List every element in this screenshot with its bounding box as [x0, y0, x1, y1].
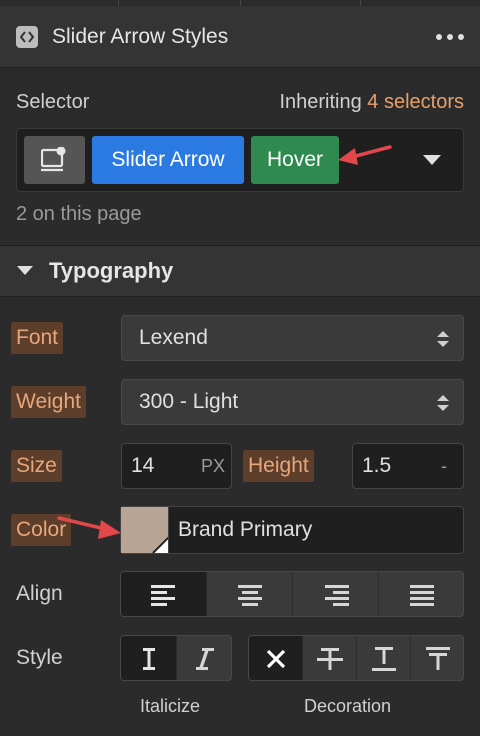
italic-icon — [196, 648, 214, 670]
selector-label: Selector — [16, 91, 90, 113]
regular-text-icon — [143, 648, 155, 670]
collapse-caret-icon — [17, 266, 33, 275]
italic-on-button[interactable] — [177, 636, 231, 680]
weight-value: 300 - Light — [139, 390, 239, 413]
align-justify-button[interactable] — [379, 572, 463, 616]
code-embed-icon — [16, 26, 38, 48]
align-center-button[interactable] — [207, 572, 293, 616]
color-swatch[interactable] — [121, 507, 169, 553]
align-center-icon — [238, 585, 262, 606]
font-value: Lexend — [139, 326, 208, 349]
height-label[interactable]: Height — [243, 450, 314, 482]
height-unit[interactable]: - — [441, 456, 447, 477]
inheriting-info: Inheriting 4 selectors — [279, 91, 464, 114]
italic-off-button[interactable] — [121, 636, 177, 680]
size-value: 14 — [131, 454, 155, 477]
inheriting-prefix: Inheriting — [279, 91, 368, 113]
weight-select[interactable]: 300 - Light — [121, 379, 464, 425]
size-label[interactable]: Size — [11, 450, 62, 482]
underline-icon — [372, 647, 396, 671]
color-value: Brand Primary — [178, 518, 313, 541]
decoration-underline-button[interactable] — [357, 636, 411, 680]
font-select[interactable]: Lexend — [121, 315, 464, 361]
align-left-button[interactable] — [121, 572, 207, 616]
line-height-input[interactable]: 1.5 - — [352, 443, 464, 489]
align-justify-icon — [410, 585, 434, 606]
selector-chip-class[interactable]: Slider Arrow — [92, 136, 244, 184]
typography-section-header[interactable]: Typography — [0, 245, 480, 297]
select-arrows-icon — [437, 331, 449, 347]
selector-dropdown-icon[interactable] — [423, 155, 441, 165]
italic-segmented-control — [120, 635, 232, 681]
align-left-icon — [151, 585, 175, 606]
overline-icon — [426, 647, 450, 670]
size-input[interactable]: 14 PX — [121, 443, 232, 489]
color-field[interactable]: Brand Primary — [120, 506, 464, 554]
height-value: 1.5 — [362, 454, 392, 477]
weight-label[interactable]: Weight — [11, 386, 86, 418]
annotation-arrow-hover — [338, 145, 392, 165]
annotation-arrow-color — [57, 516, 121, 539]
decoration-caption: Decoration — [304, 696, 392, 716]
italicize-caption: Italicize — [140, 696, 201, 716]
size-unit[interactable]: PX — [201, 456, 225, 477]
align-label: Align — [16, 582, 63, 605]
style-label: Style — [16, 646, 63, 669]
element-state-icon[interactable] — [24, 136, 85, 184]
font-label[interactable]: Font — [11, 322, 64, 354]
inheriting-count-link[interactable]: 4 selectors — [367, 91, 464, 113]
on-page-count: 2 on this page — [16, 203, 142, 225]
align-right-button[interactable] — [293, 572, 379, 616]
more-options-icon[interactable] — [436, 34, 466, 42]
typography-title: Typography — [49, 258, 174, 283]
selector-field[interactable]: Slider Arrow Hover — [16, 128, 464, 192]
decoration-overline-button[interactable] — [411, 636, 463, 680]
decoration-strikethrough-button[interactable] — [303, 636, 357, 680]
selector-section: Selector Inheriting 4 selectors Slider A… — [0, 69, 480, 245]
align-right-icon — [325, 585, 349, 606]
strikethrough-icon — [317, 648, 343, 670]
align-segmented-control — [120, 571, 464, 617]
decoration-none-button[interactable] — [249, 636, 303, 680]
close-x-icon — [266, 649, 286, 669]
selector-chip-state[interactable]: Hover — [251, 136, 339, 184]
panel-header: Slider Arrow Styles — [0, 6, 480, 68]
select-arrows-icon — [437, 395, 449, 411]
decoration-segmented-control — [248, 635, 464, 681]
panel-title: Slider Arrow Styles — [52, 25, 229, 48]
